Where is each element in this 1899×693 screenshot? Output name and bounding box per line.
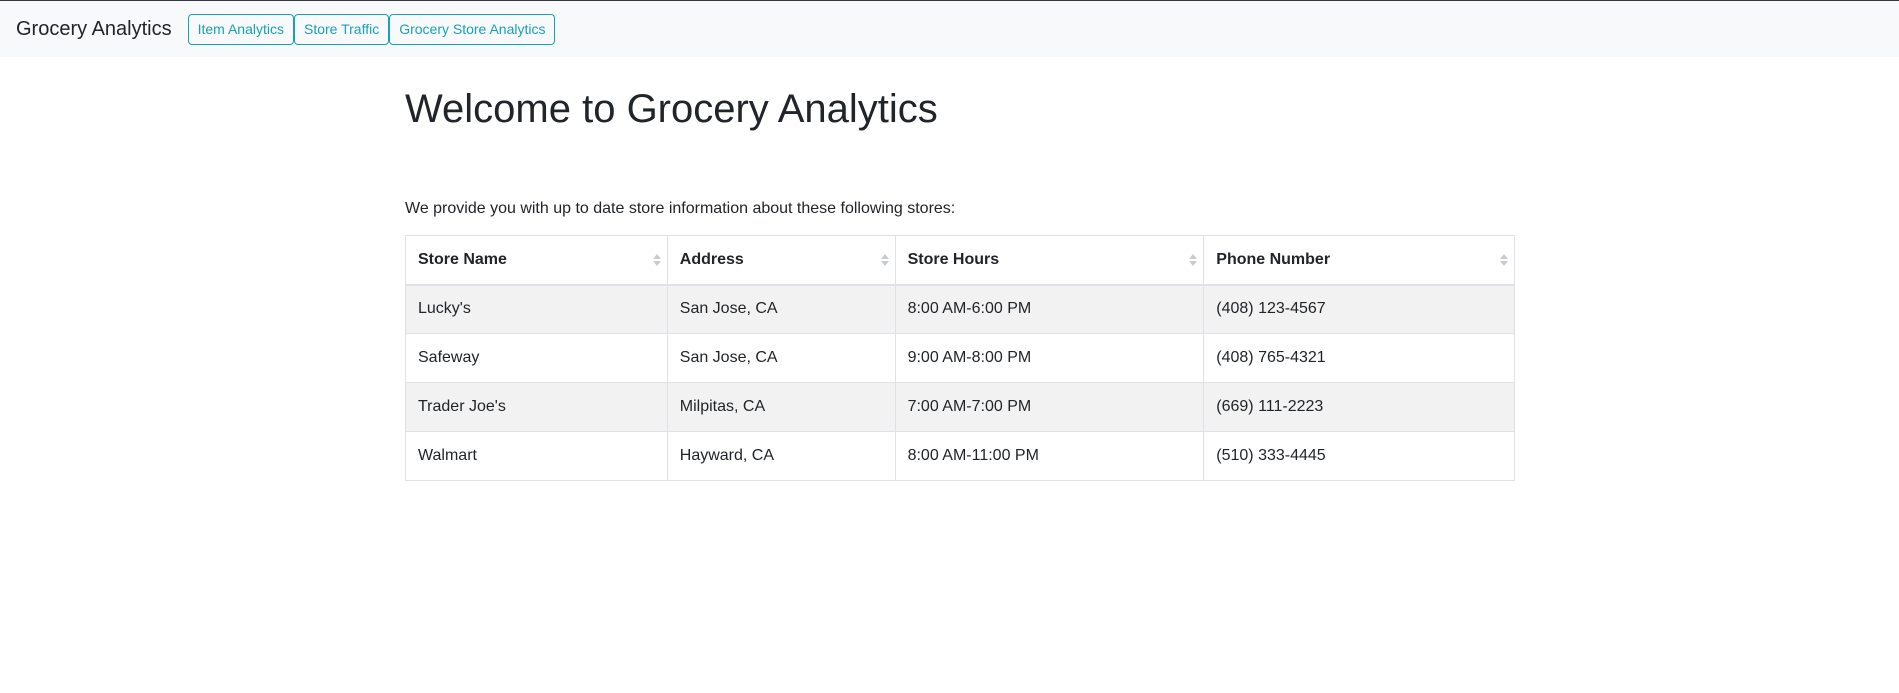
header-address[interactable]: Address	[666, 235, 896, 286]
table-header-row: Store Name Address Store Hours Phone Num…	[405, 235, 1515, 286]
cell-store-hours: 8:00 AM-11:00 PM	[894, 431, 1205, 481]
grocery-store-analytics-button[interactable]: Grocery Store Analytics	[389, 13, 556, 45]
cell-phone-number: (408) 765-4321	[1203, 333, 1515, 383]
header-label: Phone Number	[1216, 250, 1331, 268]
sort-arrows-icon	[1189, 253, 1198, 266]
header-store-hours[interactable]: Store Hours	[894, 235, 1205, 286]
header-label: Store Name	[418, 250, 507, 268]
table-row: Walmart Hayward, CA 8:00 AM-11:00 PM (51…	[405, 431, 1515, 481]
sort-arrows-icon	[880, 253, 889, 266]
cell-phone-number: (408) 123-4567	[1203, 284, 1515, 334]
cell-address: Hayward, CA	[666, 431, 896, 481]
stores-table: Store Name Address Store Hours Phone Num…	[405, 235, 1515, 481]
navbar-brand[interactable]: Grocery Analytics	[16, 18, 172, 41]
cell-store-name: Walmart	[405, 431, 668, 481]
header-label: Store Hours	[907, 250, 1000, 268]
nav-buttons: Item Analytics Store Traffic Grocery Sto…	[187, 13, 556, 45]
header-store-name[interactable]: Store Name	[405, 235, 668, 286]
cell-phone-number: (510) 333-4445	[1203, 431, 1515, 481]
navbar: Grocery Analytics Item Analytics Store T…	[0, 0, 1899, 57]
header-phone-number[interactable]: Phone Number	[1203, 235, 1515, 286]
table-row: Safeway San Jose, CA 9:00 AM-8:00 PM (40…	[405, 333, 1515, 383]
sort-arrows-icon	[652, 253, 661, 266]
header-label: Address	[679, 250, 744, 268]
item-analytics-button[interactable]: Item Analytics	[187, 13, 294, 45]
cell-phone-number: (669) 111-2223	[1203, 382, 1515, 432]
cell-store-name: Safeway	[405, 333, 668, 383]
cell-store-name: Trader Joe's	[405, 382, 668, 432]
cell-store-name: Lucky's	[405, 284, 668, 334]
table-row: Lucky's San Jose, CA 8:00 AM-6:00 PM (40…	[405, 284, 1515, 334]
table-row: Trader Joe's Milpitas, CA 7:00 AM-7:00 P…	[405, 382, 1515, 432]
cell-store-hours: 7:00 AM-7:00 PM	[894, 382, 1205, 432]
cell-address: Milpitas, CA	[666, 382, 896, 432]
page-title: Welcome to Grocery Analytics	[405, 87, 938, 131]
cell-store-hours: 9:00 AM-8:00 PM	[894, 333, 1205, 383]
main-content: Welcome to Grocery Analytics We provide …	[405, 57, 1515, 481]
store-traffic-button[interactable]: Store Traffic	[293, 13, 390, 45]
cell-address: San Jose, CA	[666, 284, 896, 334]
cell-address: San Jose, CA	[666, 333, 896, 383]
sort-arrows-icon	[1500, 253, 1508, 266]
intro-text: We provide you with up to date store inf…	[405, 200, 956, 217]
cell-store-hours: 8:00 AM-6:00 PM	[894, 284, 1205, 334]
